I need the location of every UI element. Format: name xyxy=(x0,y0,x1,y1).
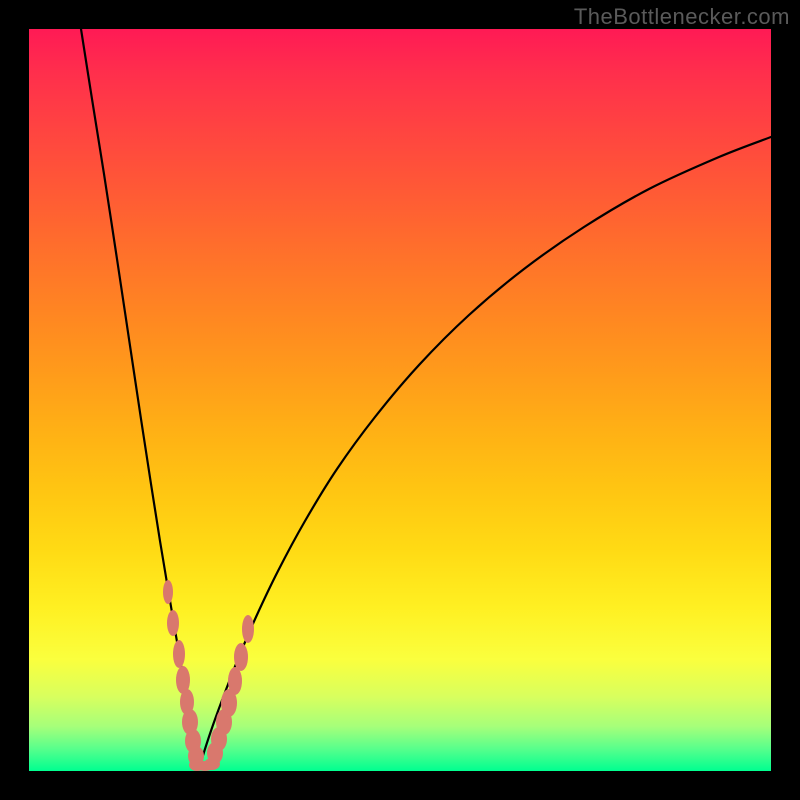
bead-cluster xyxy=(163,580,254,771)
bead xyxy=(242,615,254,643)
curve-layer xyxy=(29,29,771,771)
bead xyxy=(173,640,185,668)
credit-text: TheBottlenecker.com xyxy=(574,4,790,30)
curve-right xyxy=(199,137,771,769)
bead xyxy=(163,580,173,604)
plot-area xyxy=(29,29,771,771)
bead xyxy=(167,610,179,636)
bead xyxy=(234,643,248,671)
outer-frame: TheBottlenecker.com xyxy=(0,0,800,800)
bead xyxy=(228,667,242,695)
